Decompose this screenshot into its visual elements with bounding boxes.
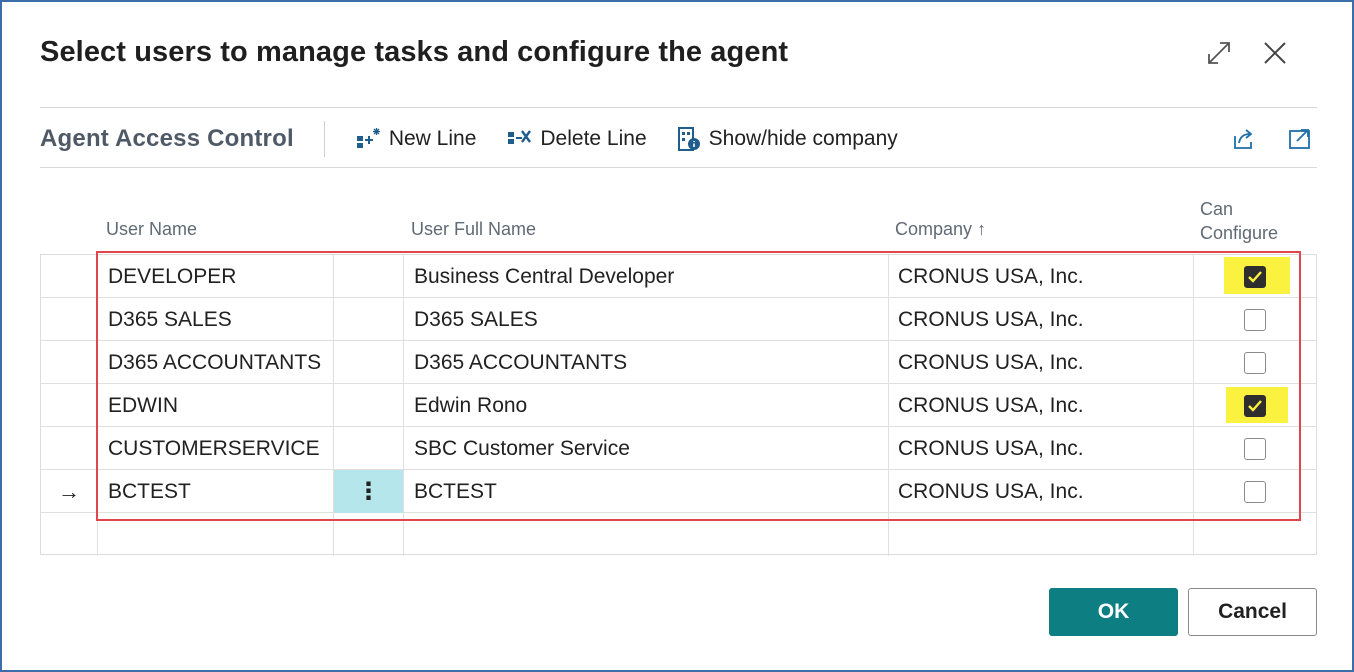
can-configure-cell (1194, 513, 1316, 556)
close-icon[interactable] (1260, 38, 1290, 68)
toolbar-divider (40, 167, 1317, 168)
row-indicator (41, 384, 98, 427)
table-row[interactable]: D365 SALES D365 SALES CRONUS USA, Inc. (41, 298, 1316, 341)
can-configure-cell (1194, 384, 1316, 427)
user-full-name-cell[interactable]: SBC Customer Service (404, 427, 889, 470)
user-full-name-cell[interactable]: Business Central Developer (404, 255, 889, 298)
user-full-name-cell[interactable] (404, 513, 889, 556)
column-header-user-full-name[interactable]: User Full Name (411, 219, 536, 240)
row-menu-cell (334, 341, 404, 384)
user-name-cell[interactable]: CUSTOMERSERVICE (98, 427, 334, 470)
title-divider (40, 107, 1317, 108)
company-cell[interactable] (889, 513, 1194, 556)
checkmark-icon (1248, 270, 1262, 283)
empty-new-row[interactable] (41, 513, 1316, 556)
sort-ascending-icon: ↑ (977, 219, 987, 239)
user-name-cell[interactable] (98, 513, 334, 556)
page-caption: Agent Access Control (40, 125, 294, 152)
delete-line-icon (508, 130, 532, 144)
checkmark-icon (1248, 399, 1262, 412)
company-cell[interactable]: CRONUS USA, Inc. (889, 298, 1194, 341)
table-row[interactable]: D365 ACCOUNTANTS D365 ACCOUNTANTS CRONUS… (41, 341, 1316, 384)
column-header-can-configure-line1: Can (1200, 199, 1234, 219)
can-configure-cell (1194, 298, 1316, 341)
new-line-label: New Line (388, 127, 477, 150)
row-indicator (41, 427, 98, 470)
user-full-name-cell[interactable]: D365 ACCOUNTANTS (404, 341, 889, 384)
company-cell[interactable]: CRONUS USA, Inc. (889, 384, 1194, 427)
can-configure-checkbox[interactable] (1244, 437, 1266, 460)
row-indicator (41, 255, 98, 298)
table-row[interactable]: DEVELOPER Business Central Developer CRO… (41, 255, 1316, 298)
row-indicator (41, 341, 98, 384)
delete-line-button[interactable]: Delete Line (506, 127, 647, 151)
current-row-arrow-icon: → (41, 470, 98, 513)
company-cell[interactable]: CRONUS USA, Inc. (889, 427, 1194, 470)
row-indicator (41, 513, 98, 556)
table-row[interactable]: CUSTOMERSERVICE SBC Customer Service CRO… (41, 427, 1316, 470)
user-full-name-cell[interactable]: BCTEST (404, 470, 889, 513)
column-header-company[interactable]: Company ↑ (895, 219, 986, 240)
show-hide-company-label: Show/hide company (708, 127, 898, 150)
row-menu-cell (334, 255, 404, 298)
can-configure-checkbox[interactable] (1244, 480, 1266, 503)
delete-line-label: Delete Line (540, 127, 647, 150)
title-controls (1204, 38, 1290, 68)
action-bar: Agent Access Control New Line Delete Lin… (40, 114, 1317, 164)
column-header-company-label: Company (895, 219, 973, 239)
user-name-cell[interactable]: EDWIN (98, 384, 334, 427)
row-menu-cell (334, 384, 404, 427)
grid-header: User Name User Full Name Company ↑ Can C… (40, 192, 1317, 252)
show-hide-company-icon (677, 127, 700, 151)
can-configure-checkbox[interactable] (1244, 351, 1266, 374)
user-name-cell[interactable]: BCTEST (98, 470, 334, 513)
row-menu-cell (334, 513, 404, 556)
users-grid: DEVELOPER Business Central Developer CRO… (40, 254, 1317, 556)
user-name-cell[interactable]: DEVELOPER (98, 255, 334, 298)
cancel-button[interactable]: Cancel (1188, 588, 1317, 636)
user-name-cell[interactable]: D365 ACCOUNTANTS (98, 341, 334, 384)
table-row[interactable]: → BCTEST ⋮ BCTEST CRONUS USA, Inc. (41, 470, 1316, 513)
table-row[interactable]: EDWIN Edwin Rono CRONUS USA, Inc. (41, 384, 1316, 427)
row-indicator (41, 298, 98, 341)
can-configure-checkbox[interactable] (1244, 394, 1266, 417)
toolbar-separator (323, 121, 325, 157)
new-line-button[interactable]: New Line (355, 127, 477, 151)
dialog-frame: Select users to manage tasks and configu… (0, 0, 1354, 672)
user-name-cell[interactable]: D365 SALES (98, 298, 334, 341)
new-line-icon (356, 128, 380, 148)
can-configure-checkbox[interactable] (1244, 308, 1266, 331)
row-actions-menu-icon[interactable]: ⋮ (334, 470, 404, 513)
can-configure-cell (1194, 255, 1316, 298)
can-configure-cell (1194, 427, 1316, 470)
dialog-title: Select users to manage tasks and configu… (40, 36, 789, 68)
company-cell[interactable]: CRONUS USA, Inc. (889, 255, 1194, 298)
open-in-new-icon[interactable] (1285, 124, 1315, 154)
column-header-can-configure-line2: Configure (1200, 223, 1279, 243)
user-full-name-cell[interactable]: D365 SALES (404, 298, 889, 341)
expand-icon[interactable] (1204, 38, 1234, 68)
can-configure-checkbox[interactable] (1244, 265, 1266, 288)
row-menu-cell (334, 427, 404, 470)
ok-button[interactable]: OK (1049, 588, 1178, 636)
column-header-user-name[interactable]: User Name (106, 219, 197, 240)
can-configure-cell (1194, 341, 1316, 384)
show-hide-company-button[interactable]: Show/hide company (677, 126, 898, 152)
column-header-can-configure[interactable]: Can Configure (1200, 197, 1278, 245)
share-icon[interactable] (1229, 124, 1259, 154)
can-configure-cell (1194, 470, 1316, 513)
company-cell[interactable]: CRONUS USA, Inc. (889, 470, 1194, 513)
row-menu-cell (334, 298, 404, 341)
company-cell[interactable]: CRONUS USA, Inc. (889, 341, 1194, 384)
user-full-name-cell[interactable]: Edwin Rono (404, 384, 889, 427)
